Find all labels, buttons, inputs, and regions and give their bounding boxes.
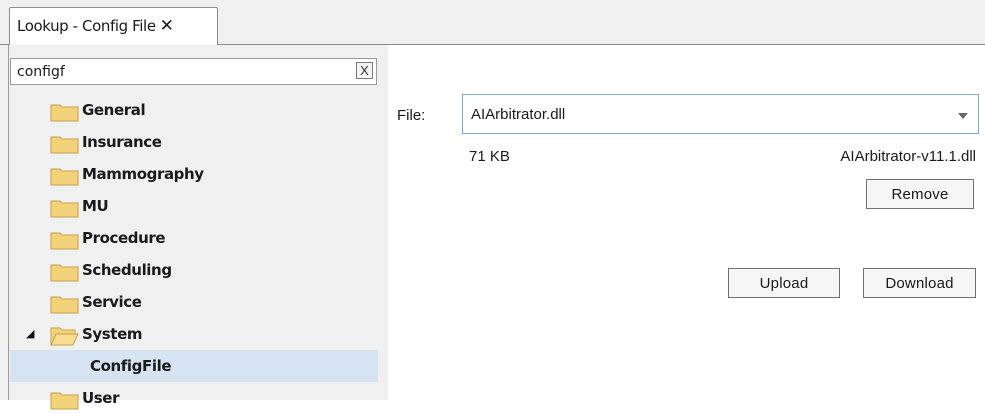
collapse-triangle-icon[interactable]: ◢: [26, 327, 34, 340]
tree-item-mammography[interactable]: Mammography: [10, 158, 378, 190]
upload-button[interactable]: Upload: [728, 268, 840, 298]
tab-title: Lookup - Config File: [17, 17, 156, 35]
remove-button[interactable]: Remove: [866, 179, 974, 209]
folder-icon: [50, 296, 79, 314]
tree-item-configfile[interactable]: ConfigFile: [10, 350, 378, 382]
tree-item-label: Insurance: [82, 133, 162, 151]
tree-item-user[interactable]: User: [10, 382, 378, 414]
tree-item-general[interactable]: General: [10, 94, 378, 126]
folder-icon: [50, 200, 79, 218]
folder-icon: [50, 104, 79, 122]
search-input[interactable]: [11, 59, 353, 84]
close-icon[interactable]: ✕: [160, 16, 174, 36]
open-folder-icon: [50, 327, 79, 346]
versioned-file-name: AIArbitrator-v11.1.dll: [840, 148, 976, 165]
tree-item-label: ConfigFile: [90, 357, 172, 375]
tab-lookup-config-file[interactable]: Lookup - Config File ✕: [9, 7, 218, 44]
file-dropdown-value: AIArbitrator.dll: [471, 106, 566, 123]
folder-icon: [50, 392, 79, 410]
tree-item-system[interactable]: ◢ System: [10, 318, 378, 350]
tree-item-label: Scheduling: [82, 261, 172, 279]
folder-icon: [50, 136, 79, 154]
tree-item-label: Procedure: [82, 229, 166, 247]
file-dropdown[interactable]: AIArbitrator.dll: [462, 94, 979, 134]
tree-item-label: Service: [82, 293, 142, 311]
file-size: 71 KB: [469, 148, 510, 165]
tab-strip: Lookup - Config File ✕: [0, 0, 985, 45]
chevron-down-icon[interactable]: [958, 113, 968, 119]
tree-item-mu[interactable]: MU: [10, 190, 378, 222]
download-button[interactable]: Download: [863, 268, 976, 298]
tree-item-insurance[interactable]: Insurance: [10, 126, 378, 158]
panel-border: [8, 45, 9, 400]
file-label: File:: [397, 107, 426, 124]
tree-item-label: System: [82, 325, 143, 343]
search-box: X: [10, 58, 377, 85]
folder-icon: [50, 168, 79, 186]
folder-icon: [50, 232, 79, 250]
clear-search-button[interactable]: X: [356, 62, 373, 79]
tree-item-label: General: [82, 101, 146, 119]
tree-item-label: Mammography: [82, 165, 204, 183]
tree-item-label: MU: [82, 197, 109, 215]
tree-item-service[interactable]: Service: [10, 286, 378, 318]
folder-icon: [50, 264, 79, 282]
lookup-tree: General Insurance Mammography MU Procedu…: [10, 94, 378, 414]
tree-item-procedure[interactable]: Procedure: [10, 222, 378, 254]
tree-item-scheduling[interactable]: Scheduling: [10, 254, 378, 286]
tree-item-label: User: [82, 389, 120, 407]
